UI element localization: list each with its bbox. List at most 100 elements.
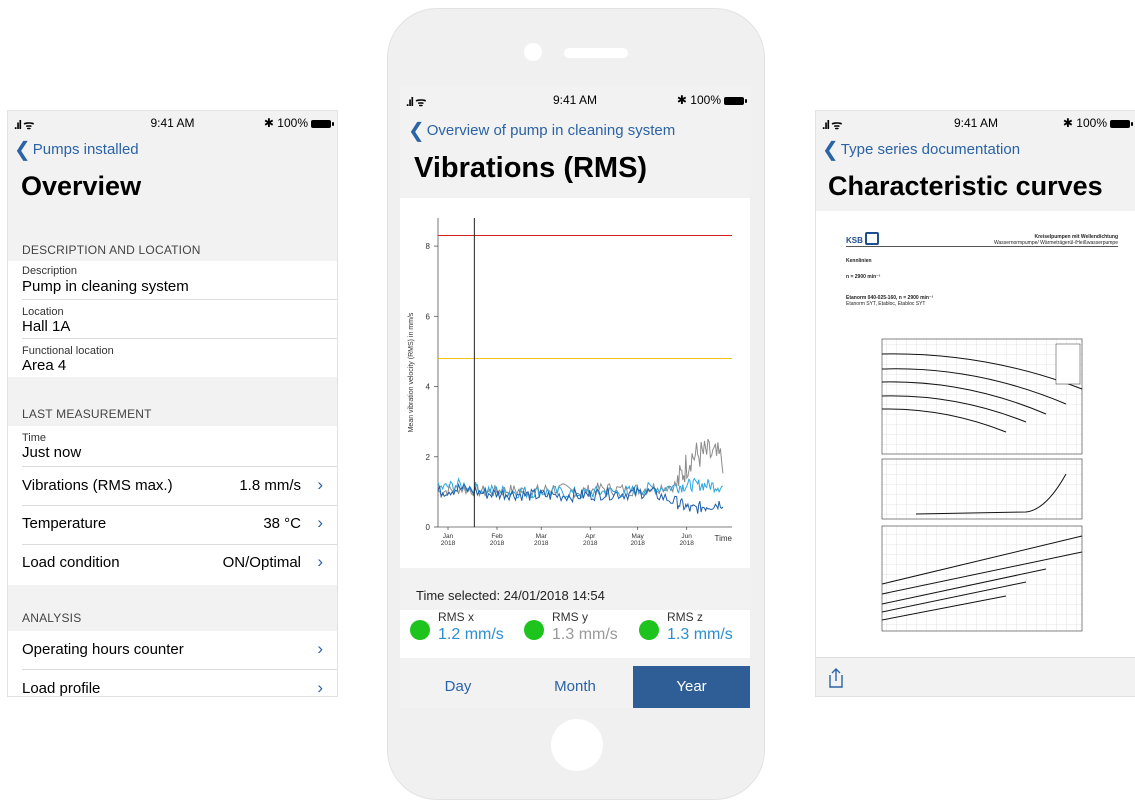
rms-label: RMS y	[552, 610, 588, 624]
field-label: Description	[22, 265, 78, 277]
speaker	[564, 48, 628, 58]
logo-mark-icon	[864, 232, 879, 245]
field-value: Pump in cleaning system	[22, 278, 189, 295]
rms-label: RMS z	[667, 610, 703, 624]
last-measurement-group: Time Just now Vibrations (RMS max.) 1.8 …	[8, 426, 337, 585]
status-dot-icon	[639, 620, 659, 640]
back-label: Pumps installed	[32, 141, 139, 158]
y-tick-label: 2	[426, 453, 431, 462]
chart-panel[interactable]: 0 2 4 6 8 Mean vibration velocity (RMS) in mm…	[400, 198, 750, 568]
ksb-logo: KSB	[846, 232, 879, 245]
back-label: Overview of pump in cleaning system	[426, 122, 676, 139]
row-value: 1.8 mm/s	[239, 477, 301, 494]
battery-icon	[724, 97, 747, 105]
load-condition-row[interactable]: Load condition ON/Optimal ›	[8, 545, 337, 585]
x-tick-year: 2018	[630, 540, 645, 547]
chevron-right-icon: ›	[317, 513, 323, 532]
back-label: Type series documentation	[840, 141, 1021, 158]
operating-hours-row[interactable]: Operating hours counter ›	[8, 631, 337, 669]
doc-heading: Kreiselpumpen mit Wellendichtung Wassern…	[994, 234, 1118, 246]
home-button[interactable]	[551, 719, 603, 771]
battery-label: 100%	[690, 93, 721, 107]
page-title: Characteristic curves	[828, 171, 1103, 201]
y-tick-label: 6	[426, 312, 431, 321]
chevron-right-icon: ›	[317, 639, 323, 658]
x-tick-label: Mar	[536, 533, 548, 540]
back-button[interactable]: ❮ Pumps installed	[14, 137, 139, 162]
camera	[524, 43, 542, 61]
row-label: Vibrations (RMS max.)	[22, 477, 173, 494]
tab-year[interactable]: Year	[633, 666, 750, 708]
overview-screen: .ıl ᯤ 9:41 AM ✱ 100% ❮ Pumps installed Ov…	[7, 110, 338, 697]
logo-text: KSB	[846, 236, 863, 245]
row-value: 38 °C	[263, 515, 301, 532]
divider	[22, 299, 337, 300]
share-icon[interactable]	[826, 666, 846, 690]
rms-label: RMS x	[438, 610, 474, 624]
battery-label: 100%	[277, 116, 308, 130]
tab-month[interactable]: Month	[517, 666, 633, 708]
section-header: ANALYSIS	[22, 611, 82, 625]
row-label: Operating hours counter	[22, 641, 184, 658]
divider	[846, 246, 1118, 247]
x-tick-year: 2018	[441, 540, 456, 547]
x-tick-label: Feb	[491, 533, 503, 540]
chevron-right-icon: ›	[317, 678, 323, 697]
back-button[interactable]: ❮ Overview of pump in cleaning system	[408, 118, 675, 143]
y-axis-label: Mean vibration velocity (RMS) in mm/s	[408, 312, 415, 432]
doc-section: Kennlinien	[846, 258, 872, 264]
battery-icon	[311, 120, 334, 128]
doc-speed: n = 2900 min⁻¹	[846, 274, 881, 280]
battery-icon	[1110, 120, 1133, 128]
temperature-row[interactable]: Temperature 38 °C ›	[8, 506, 337, 544]
battery-indicator: ✱ 100%	[264, 116, 334, 130]
y-tick-label: 0	[426, 523, 431, 532]
field-value: Hall 1A	[22, 318, 71, 335]
x-tick-year: 2018	[534, 540, 549, 547]
back-button[interactable]: ❮ Type series documentation	[822, 137, 1020, 162]
battery-indicator: ✱ 100%	[677, 93, 747, 107]
x-tick-label: Jan	[443, 533, 454, 540]
x-tick-year: 2018	[583, 540, 598, 547]
page-title: Overview	[21, 171, 142, 201]
description-location-group: Description Pump in cleaning system Loca…	[8, 261, 337, 377]
y-tick-label: 8	[426, 242, 431, 251]
battery-indicator: ✱ 100%	[1063, 116, 1133, 130]
documentation-screen: .ıl ᯤ 9:41 AM ✱ 100% ❮ Type series docume…	[815, 110, 1135, 697]
doc-model-sub: Etanorm SYT, Etabloc, Etabloc SYT	[846, 301, 926, 307]
characteristic-curves-plot	[881, 338, 1083, 632]
series-line	[437, 438, 724, 499]
section-header: LAST MEASUREMENT	[22, 407, 152, 421]
status-bar: .ıl ᯤ 9:41 AM ✱ 100%	[400, 90, 750, 109]
vibrations-row[interactable]: Vibrations (RMS max.) 1.8 mm/s ›	[8, 467, 337, 505]
time-selected: Time selected: 24/01/2018 14:54	[416, 588, 605, 603]
field-label: Time	[22, 432, 47, 444]
page-title: Vibrations (RMS)	[414, 152, 648, 184]
x-tick-year: 2018	[679, 540, 694, 547]
battery-label: 100%	[1076, 116, 1107, 130]
y-tick-label: 4	[426, 383, 431, 392]
rms-value: 1.3 mm/s	[667, 626, 733, 643]
load-profile-row[interactable]: Load profile ›	[8, 670, 337, 696]
row-label: Load profile	[22, 680, 101, 697]
series-line	[437, 482, 724, 514]
tab-day[interactable]: Day	[400, 666, 516, 708]
toolbar	[816, 657, 1135, 696]
section-header: DESCRIPTION AND LOCATION	[22, 243, 201, 257]
rms-value: 1.3 mm/s	[552, 626, 618, 643]
x-tick-label: Apr	[585, 533, 596, 540]
chevron-left-icon: ❮	[14, 139, 31, 161]
chevron-right-icon: ›	[317, 552, 323, 571]
rms-value: 1.2 mm/s	[438, 626, 504, 643]
field-label: Location	[22, 306, 64, 318]
field-value: Area 4	[22, 357, 67, 374]
analysis-group: Operating hours counter › Load profile ›	[8, 631, 337, 696]
status-bar: .ıl ᯤ 9:41 AM ✱ 100%	[816, 113, 1135, 132]
x-tick-label: Jun	[681, 533, 692, 540]
chevron-right-icon: ›	[317, 475, 323, 494]
rms-values: RMS x 1.2 mm/s RMS y 1.3 mm/s RMS z 1.3 …	[400, 610, 750, 658]
vibration-chart[interactable]: 0 2 4 6 8 Mean vibration velocity (RMS) in mm…	[400, 198, 750, 568]
chevron-left-icon: ❮	[822, 139, 839, 161]
document-page[interactable]: KSB Kreiselpumpen mit Wellendichtung Was…	[846, 226, 1118, 666]
x-axis-label: Time	[715, 534, 733, 543]
